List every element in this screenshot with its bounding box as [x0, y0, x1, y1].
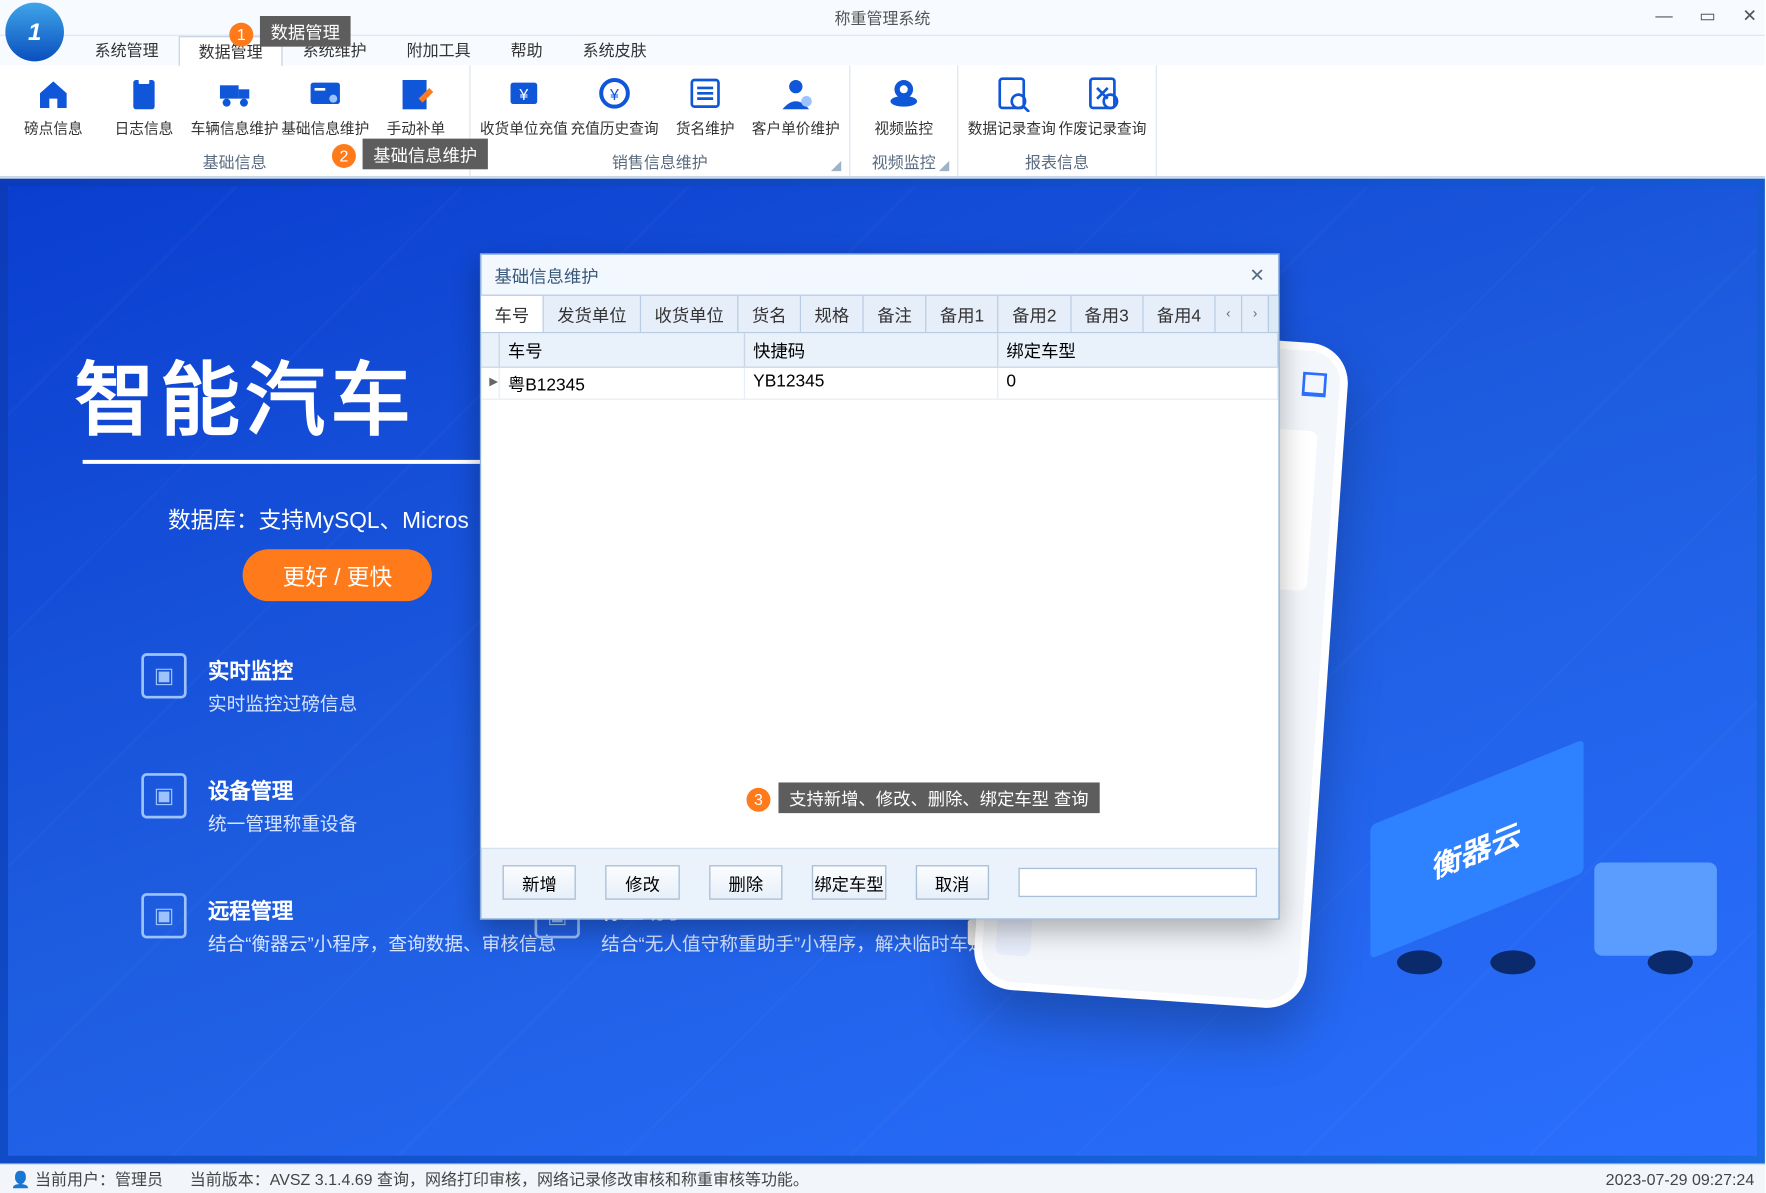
close-button[interactable]: ✕	[1742, 5, 1757, 26]
dialog-tab-8[interactable]: 备用3	[1071, 296, 1143, 332]
svg-text:¥: ¥	[518, 87, 528, 104]
dialog-tab-0[interactable]: 车号	[481, 296, 544, 332]
ribbon-btn-3-0[interactable]: 数据记录查询	[966, 71, 1057, 142]
dialog-btn-绑定车型[interactable]: 绑定车型	[812, 865, 886, 900]
dialog-tab-6[interactable]: 备用1	[927, 296, 999, 332]
yen-icon: ¥	[504, 73, 544, 113]
step-3-marker: 3	[746, 788, 770, 812]
ribbon-btn-1-2[interactable]: 货名维护	[660, 71, 751, 142]
feature-0: ▣实时监控实时监控过磅信息	[141, 653, 357, 717]
statusbar: 👤 当前用户：管理员 当前版本：AVSZ 3.1.4.69 查询，网络打印审核，…	[0, 1164, 1765, 1193]
minimize-button[interactable]: —	[1655, 5, 1672, 26]
step-1-tooltip: 数据管理	[260, 16, 351, 47]
list-icon	[685, 73, 725, 113]
ribbon: 磅点信息日志信息车辆信息维护基础信息维护手动补单基础信息¥收货单位充值¥充值历史…	[0, 65, 1765, 177]
report-icon	[992, 73, 1032, 113]
hero-pill: 更好 / 更快	[243, 549, 433, 601]
menu-tab-5[interactable]: 系统皮肤	[563, 35, 667, 66]
col-quick[interactable]: 快捷码	[745, 333, 998, 366]
step-3-tooltip: 支持新增、修改、删除、绑定车型 查询	[778, 782, 1099, 813]
dialog-tab-9[interactable]: 备用4	[1143, 296, 1215, 332]
dialog-tab-2[interactable]: 收货单位	[641, 296, 738, 332]
basic-info-dialog: 基础信息维护 ✕ 车号发货单位收货单位货名规格备注备用1备用2备用3备用4‹› …	[480, 253, 1280, 920]
ribbon-btn-0-0[interactable]: 磅点信息	[8, 71, 99, 142]
dialog-btn-取消[interactable]: 取消	[915, 865, 989, 900]
truck-icon	[215, 73, 255, 113]
hero-subtitle: 数据库：支持MySQL、Micros	[168, 501, 469, 534]
maximize-button[interactable]: ▭	[1699, 5, 1715, 26]
feature-icon: ▣	[141, 773, 186, 818]
app-title: 称重管理系统	[834, 6, 930, 29]
dialog-tab-5[interactable]: 备注	[864, 296, 927, 332]
dialog-close-button[interactable]: ✕	[1249, 263, 1265, 286]
app-logo: 1	[5, 3, 64, 62]
clock: 2023-07-29 09:27:24	[1606, 1170, 1755, 1189]
dialog-tabs: 车号发货单位收货单位货名规格备注备用1备用2备用3备用4‹›	[481, 295, 1278, 334]
ribbon-btn-1-1[interactable]: ¥充值历史查询	[569, 71, 660, 142]
step-2-tooltip: 基础信息维护	[363, 139, 488, 170]
dialog-tab-7[interactable]: 备用2	[999, 296, 1071, 332]
person-icon	[776, 73, 816, 113]
dialog-grid[interactable]: ▸粤B12345YB123450	[481, 368, 1278, 848]
menu-tab-4[interactable]: 帮助	[491, 35, 563, 66]
bag-icon	[1302, 372, 1328, 398]
dialog-search-input[interactable]	[1018, 868, 1257, 897]
dialog-tab-3[interactable]: 货名	[739, 296, 802, 332]
step-1-marker: 1	[229, 23, 253, 47]
home-icon	[33, 73, 73, 113]
edit-icon	[396, 73, 436, 113]
tab-scroll[interactable]: ›	[1242, 296, 1269, 332]
step-2-marker: 2	[332, 144, 356, 168]
truck-illustration: 衡器云	[1370, 756, 1717, 969]
report-x-icon	[1082, 73, 1122, 113]
ribbon-btn-1-3[interactable]: 客户单价维护	[750, 71, 841, 142]
menu-tab-0[interactable]: 系统管理	[75, 35, 179, 66]
ribbon-btn-0-3[interactable]: 基础信息维护	[280, 71, 371, 142]
dialog-btn-删除[interactable]: 删除	[709, 865, 783, 900]
camera-icon	[884, 73, 924, 113]
clipboard-icon	[124, 73, 164, 113]
card-icon	[305, 73, 345, 113]
svg-text:¥: ¥	[609, 87, 619, 104]
dialog-tab-1[interactable]: 发货单位	[544, 296, 641, 332]
table-row[interactable]: ▸粤B12345YB123450	[481, 368, 1278, 400]
dialog-btn-修改[interactable]: 修改	[606, 865, 680, 900]
user-icon: 👤	[11, 1170, 31, 1189]
yen-refresh-icon: ¥	[595, 73, 635, 113]
hero-title: 智能汽车	[75, 336, 416, 452]
ribbon-btn-0-4[interactable]: 手动补单	[371, 71, 462, 142]
ribbon-btn-3-1[interactable]: 作废记录查询	[1057, 71, 1148, 142]
dialog-title: 基础信息维护	[495, 262, 599, 287]
ribbon-btn-0-2[interactable]: 车辆信息维护	[189, 71, 280, 142]
dialog-tab-4[interactable]: 规格	[801, 296, 864, 332]
feature-1: ▣设备管理统一管理称重设备	[141, 773, 357, 837]
feature-icon: ▣	[141, 653, 186, 698]
feature-icon: ▣	[141, 893, 186, 938]
dialog-btn-新增[interactable]: 新增	[503, 865, 577, 900]
tab-scroll[interactable]: ‹	[1216, 296, 1243, 332]
menu-tab-3[interactable]: 附加工具	[387, 35, 491, 66]
dialog-buttons: 新增修改删除绑定车型取消	[481, 848, 1278, 919]
ribbon-btn-1-0[interactable]: ¥收货单位充值	[479, 71, 570, 142]
ribbon-btn-2-0[interactable]: 视频监控	[858, 71, 949, 142]
col-bind[interactable]: 绑定车型	[998, 333, 1278, 366]
col-plate[interactable]: 车号	[500, 333, 745, 366]
ribbon-btn-0-1[interactable]: 日志信息	[99, 71, 190, 142]
